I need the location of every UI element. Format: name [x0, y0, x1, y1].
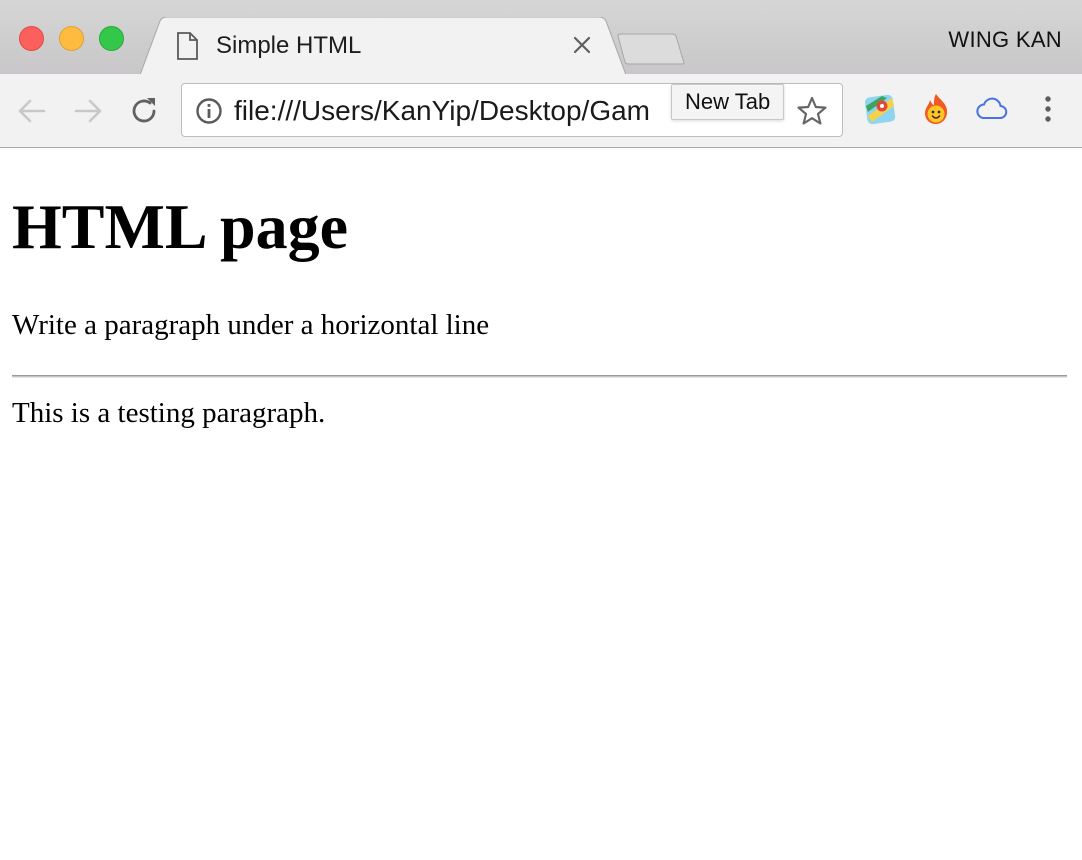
url-text[interactable]: file:///Users/KanYip/Desktop/Gam	[234, 95, 650, 127]
window-minimize-button[interactable]	[59, 26, 84, 51]
tab-simple-html[interactable]: Simple HTML	[140, 17, 626, 75]
new-tab-tooltip: New Tab	[671, 84, 785, 120]
document-icon	[177, 32, 198, 60]
new-tab-button[interactable]	[616, 33, 686, 65]
tab-close-icon[interactable]	[570, 33, 594, 57]
profile-name[interactable]: WING KAN	[948, 27, 1062, 53]
window-zoom-button[interactable]	[99, 26, 124, 51]
title-bar: Simple HTML WING KAN	[0, 0, 1082, 75]
window-close-button[interactable]	[19, 26, 44, 51]
back-arrow-icon[interactable]	[15, 94, 49, 128]
forward-arrow-icon[interactable]	[71, 94, 105, 128]
tab-title: Simple HTML	[216, 32, 362, 59]
cloud-icon[interactable]	[974, 92, 1008, 126]
reload-icon[interactable]	[127, 94, 161, 128]
browser-toolbar: file:///Users/KanYip/Desktop/Gam	[0, 74, 1082, 148]
page-heading: HTML page	[12, 191, 349, 262]
testing-paragraph: This is a testing paragraph.	[12, 397, 326, 429]
tab-shape	[140, 17, 626, 75]
site-info-icon[interactable]	[195, 97, 223, 125]
horizontal-rule	[12, 375, 1067, 378]
page-viewport: HTML page Write a paragraph under a hori…	[0, 149, 1082, 860]
fire-face-icon[interactable]	[919, 92, 953, 126]
maps-pin-icon[interactable]	[863, 92, 897, 126]
bookmark-star-icon[interactable]	[796, 95, 828, 127]
intro-paragraph: Write a paragraph under a horizontal lin…	[12, 309, 490, 341]
kebab-menu-icon[interactable]	[1036, 92, 1060, 126]
